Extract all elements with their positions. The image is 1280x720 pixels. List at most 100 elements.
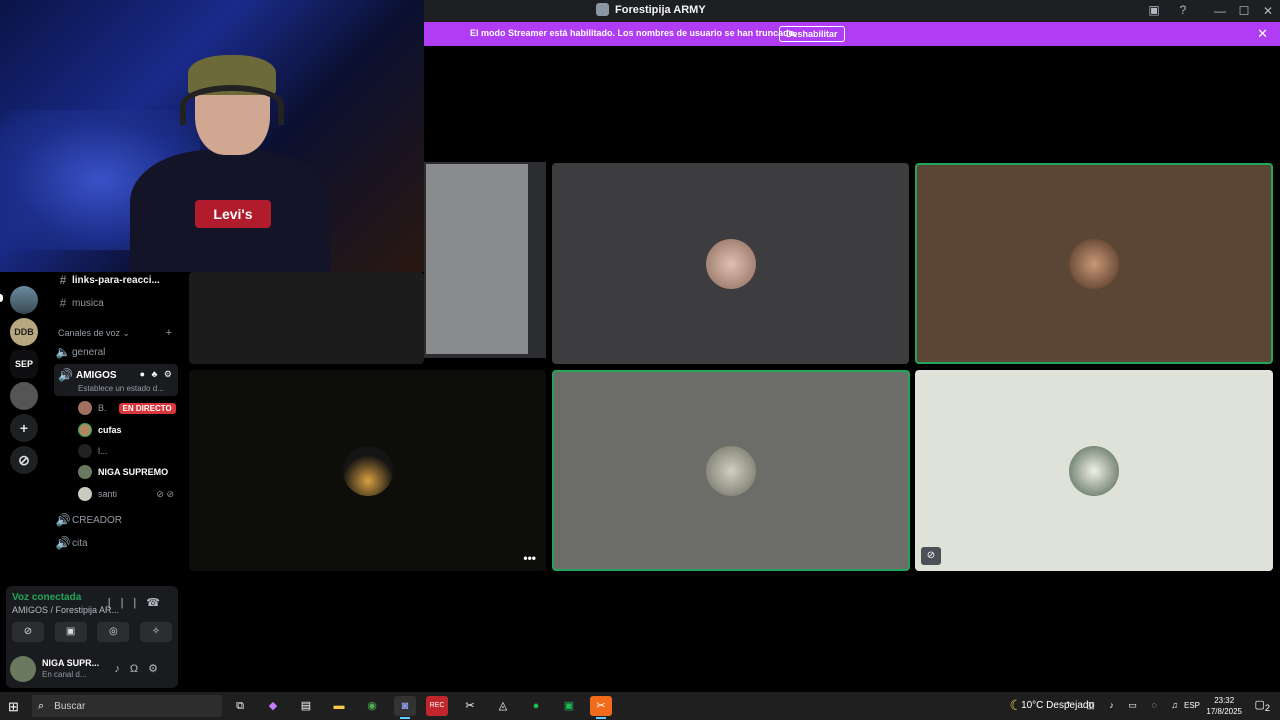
disconnect-icon[interactable]: ☎ [146,597,170,609]
voice-channel[interactable]: 🔊 cita [54,533,178,553]
clock-time: 23:32 [1214,696,1235,705]
headset [180,85,284,125]
channel-tools-icons[interactable]: ● ♣ ⚙ [140,369,174,380]
member-name: NIGA SUPREMO [98,467,169,477]
activity-button[interactable]: ◎ [97,622,130,642]
capcut-active-icon[interactable]: ✂ [590,696,612,719]
user-avatar [342,445,393,496]
voice-actions: |||☎ [108,596,170,609]
voice-member[interactable]: cufas [78,421,178,439]
member-name: cufas [98,425,122,435]
server-sbc[interactable] [10,382,38,410]
app-icon[interactable]: ▤ [295,696,317,716]
capcut-icon[interactable]: ✂ [459,696,481,716]
voice-member[interactable]: NIGA SUPREMO [78,463,178,481]
voice-category[interactable]: Canales de voz ⌄ + [58,327,176,339]
clock[interactable]: 23:32 17/8/2025 [1206,695,1242,717]
voice-member[interactable]: l... [78,442,178,460]
app-icon-green[interactable]: ▣ [558,696,580,716]
text-channel[interactable]: # links-para-reacci... [54,270,178,290]
streamer-mode-banner: El modo Streamer está habilitado. Los no… [424,22,1280,46]
user-avatar [1069,445,1119,496]
channel-name: musica [72,297,104,309]
clock-date: 17/8/2025 [1206,707,1242,716]
more-options-icon[interactable]: ••• [523,551,536,565]
voice-channel-active[interactable]: 🔊 AMIGOS ● ♣ ⚙ Establece un estado d... [54,364,178,396]
game-icon[interactable]: ◬ [492,696,514,716]
camera-button[interactable]: ⊘ [12,622,44,642]
spotify-icon[interactable]: ● [525,696,547,716]
close-banner-icon[interactable]: ✕ [1257,26,1268,42]
user-controls: ♪Ω⚙ [114,662,168,675]
avatar [78,401,92,415]
settings-icon[interactable]: ⚙ [148,663,168,675]
shirt-logo: Levi's [195,200,271,228]
server-ddb[interactable]: DDB [10,318,38,346]
server-sep[interactable]: SEP [10,350,38,378]
voice-channel-path[interactable]: AMIGOS / Forestipija AR... [12,605,119,615]
add-server-icon[interactable]: + [10,414,38,442]
voice-channel[interactable]: 🔊 CREADOR [54,510,178,530]
chrome-icon[interactable]: ◉ [361,696,383,716]
language-indicator[interactable]: ESP [1184,701,1200,710]
member-name: B. [98,403,107,413]
soundboard-button[interactable]: ✧ [139,622,172,642]
tray-icons[interactable]: ⌃ ◫ ♪ ▭ ◌ ♫ [1064,700,1184,711]
taskbar: ⊞ ⌕ Buscar ⧉ ◆ ▤ ▬ ◉ ◙ REC ✂ ◬ ● ▣ ✂ ☾ 1… [0,692,1280,720]
server-avatar[interactable] [10,286,38,314]
user-avatar[interactable] [10,656,36,682]
text-channel[interactable]: # musica [54,293,178,313]
user-status: En canal d... [42,670,87,679]
windows-start-icon[interactable]: ⊞ [8,699,19,715]
voice-member[interactable]: santi ⊘ ⊘ [78,485,178,503]
maximize-button[interactable]: ☐ [1232,4,1256,18]
screen-share-tile[interactable] [424,162,546,358]
add-channel-icon[interactable]: + [166,327,172,339]
close-window-button[interactable]: ✕ [1256,4,1280,18]
user-avatar [705,238,756,289]
voice-channel[interactable]: 🔈 general [54,342,178,362]
speaker-icon: 🔊 [55,536,71,550]
voice-member[interactable]: B. EN DIRECTO [78,399,178,417]
channel-name: CREADOR [72,514,123,526]
category-label: Canales de voz [58,328,121,338]
inbox-icon[interactable]: ▣ [1146,3,1162,19]
window-title: Forestipija ARMY [596,3,706,16]
search-placeholder: Buscar [54,700,86,712]
selected-server-pill [0,294,3,302]
notification-count: 2 [1264,703,1270,714]
muted-icons: ⊘ ⊘ [156,488,174,499]
notification-icon[interactable]: ▢2 [1255,698,1271,713]
user-name: NIGA SUPR... [42,658,100,668]
explore-icon[interactable]: ⊘ [10,446,38,474]
mic-icon[interactable]: ♪ [114,663,130,675]
webcam-overlay: Levi's [0,0,424,272]
discord-icon[interactable]: ◙ [394,696,416,719]
minimize-button[interactable]: — [1208,4,1232,18]
hash-icon: # [59,273,67,287]
video-tile-speaking[interactable] [552,370,910,571]
obs-icon[interactable]: REC [426,696,448,716]
disable-streamer-button[interactable]: Deshabilitar [779,26,845,42]
copilot-icon[interactable]: ◆ [262,696,284,716]
member-name: l... [98,446,108,456]
help-icon[interactable]: ? [1175,3,1191,19]
video-tile[interactable]: ⊘ [915,370,1273,571]
channel-name: AMIGOS [76,370,117,381]
window-controls: — ☐ ✕ [1208,0,1280,22]
video-tile[interactable]: ••• [189,370,546,571]
search-box[interactable]: ⌕ Buscar [32,695,222,717]
task-view-icon[interactable]: ⧉ [229,696,251,716]
camera-off-icon: ⊘ [921,547,941,565]
screen-share-button[interactable]: ▣ [54,622,87,642]
live-badge: EN DIRECTO [118,402,176,414]
video-tile-speaking[interactable] [915,163,1273,364]
screen-share-tile-left[interactable] [189,272,424,364]
user-avatar [1069,238,1119,289]
video-tile[interactable] [552,163,909,364]
headphones-icon[interactable]: Ω [130,663,148,675]
member-name: santi [98,489,118,499]
noise-icon[interactable]: ||| [108,597,147,609]
hash-icon: # [59,296,67,310]
file-explorer-icon[interactable]: ▬ [328,696,350,716]
